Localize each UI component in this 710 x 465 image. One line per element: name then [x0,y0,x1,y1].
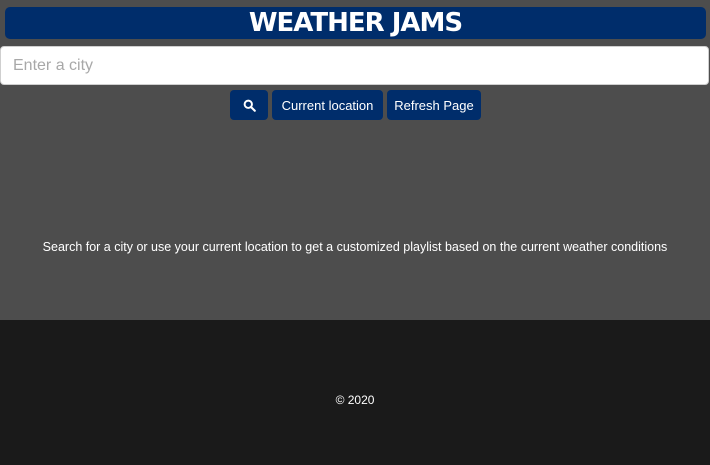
header-bar: WEATHER JAMS [5,7,706,39]
footer: © 2020 [0,320,710,465]
app-title: WEATHER JAMS [248,8,463,38]
intro-message: Search for a city or use your current lo… [42,240,668,254]
city-search-input[interactable] [0,46,709,85]
action-buttons: Current location Refresh Page [0,90,710,120]
copyright-text: © 2020 [335,393,375,407]
search-button[interactable] [230,90,268,120]
search-icon [243,99,256,112]
refresh-page-button[interactable]: Refresh Page [387,90,481,120]
current-location-button[interactable]: Current location [272,90,383,120]
